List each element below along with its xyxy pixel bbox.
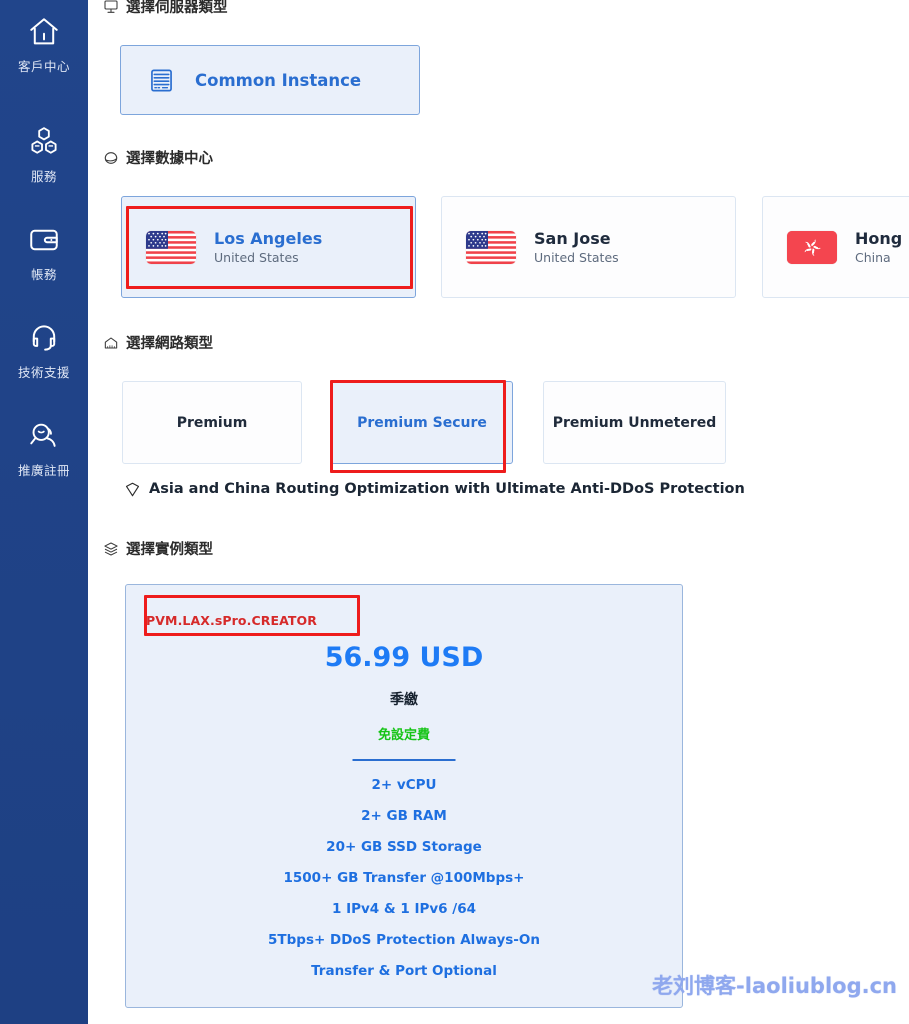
list-item: Transfer & Port Optional [311, 963, 497, 979]
datacenter-country: United States [534, 250, 619, 265]
datacenter-country: China [855, 250, 891, 265]
section-header-datacenter: 選擇數據中心 [102, 147, 213, 168]
sidebar-item-label: 帳務 [30, 267, 57, 282]
datacenter-text: Los Angeles United States [214, 229, 322, 265]
server-type-label: Common Instance [195, 70, 362, 90]
watermark: 老刘博客-laoliublog.cn [652, 974, 897, 998]
sidebar: 客戶中心 服務 帳務 技術支援 推廣註冊 [0, 0, 88, 1024]
layers-icon [102, 540, 119, 557]
us-flag-icon [146, 230, 196, 264]
hk-flag-icon [787, 230, 837, 264]
network-card-premium-unmetered[interactable]: Premium Unmetered [543, 381, 726, 464]
instance-billing-cycle: 季繳 [390, 692, 418, 708]
section-title: 選擇伺服器類型 [126, 0, 228, 16]
wallet-icon [25, 220, 63, 260]
list-item: 1500+ GB Transfer @100Mbps+ [283, 870, 525, 886]
instance-setup-fee: 免設定費 [377, 728, 430, 743]
network-label: Premium Secure [357, 414, 487, 431]
datacenter-card-san-jose[interactable]: San Jose United States [441, 196, 736, 298]
datacenter-country: United States [214, 250, 299, 265]
datacenter-city: San Jose [534, 229, 611, 248]
datacenter-text: San Jose United States [534, 229, 619, 265]
sidebar-item-support[interactable]: 技術支援 [0, 310, 88, 408]
section-header-server-type: 選擇伺服器類型 [102, 0, 228, 17]
network-card-premium[interactable]: Premium [122, 381, 302, 464]
instance-spec-list: 2+ vCPU 2+ GB RAM 20+ GB SSD Storage 150… [126, 777, 682, 979]
sidebar-item-label: 服務 [30, 169, 57, 184]
datacenter-city: Los Angeles [214, 229, 323, 248]
sidebar-item-billing[interactable]: 帳務 [0, 212, 88, 310]
home-icon [25, 12, 63, 52]
sidebar-item-label: 客戶中心 [17, 59, 70, 74]
datacenter-card-los-angeles[interactable]: Los Angeles United States [121, 196, 416, 298]
section-title: 選擇網路類型 [126, 336, 213, 352]
list-item: 2+ vCPU [371, 777, 437, 793]
server-type-card-common-instance[interactable]: Common Instance [120, 45, 420, 115]
instance-divider [352, 759, 456, 761]
globe-icon [102, 149, 119, 166]
shield-icon [123, 480, 141, 498]
server-rack-icon [147, 66, 175, 94]
network-label: Premium Unmetered [552, 414, 717, 431]
section-header-instance-type: 選擇實例類型 [102, 538, 213, 559]
section-title: 選擇實例類型 [126, 542, 213, 558]
cubes-icon [25, 122, 63, 162]
list-item: 5Tbps+ DDoS Protection Always-On [268, 932, 540, 948]
network-note-text: Asia and China Routing Optimization with… [149, 481, 745, 497]
network-card-premium-secure[interactable]: Premium Secure [331, 381, 513, 464]
headset-icon [25, 318, 63, 358]
instance-price: 56.99 USD [324, 642, 484, 673]
sidebar-item-label: 推廣註冊 [17, 463, 70, 478]
main-content: 選擇伺服器類型 Common Instance 選擇數據中心 Los Angel… [88, 0, 909, 1024]
user-search-icon [25, 416, 63, 456]
list-item: 2+ GB RAM [361, 808, 447, 824]
datacenter-city: Hong Kong [855, 229, 909, 248]
sidebar-item-affiliate[interactable]: 推廣註冊 [0, 408, 88, 506]
network-note: Asia and China Routing Optimization with… [123, 480, 745, 498]
us-flag-icon [466, 230, 516, 264]
sidebar-item-services[interactable]: 服務 [0, 114, 88, 212]
section-header-network-type: 選擇網路類型 [102, 332, 213, 353]
sidebar-item-label: 技術支援 [17, 365, 70, 380]
datacenter-text: Hong Kong China [855, 229, 909, 265]
list-item: 1 IPv4 & 1 IPv6 /64 [332, 901, 476, 917]
server-monitor-icon [102, 0, 119, 15]
instance-card-pvm-lax-spro-creator[interactable]: PVM.LAX.sPro.CREATOR 56.99 USD 季繳 免設定費 2… [125, 584, 683, 1008]
network-label: Premium [176, 414, 248, 431]
list-item: 20+ GB SSD Storage [326, 839, 482, 855]
page-root: 客戶中心 服務 帳務 技術支援 推廣註冊 選擇伺服器類型 Common Inst… [0, 0, 909, 1024]
instance-plan-name: PVM.LAX.sPro.CREATOR [146, 613, 317, 628]
datacenter-card-hong-kong[interactable]: Hong Kong China [762, 196, 909, 298]
sidebar-item-client-center[interactable]: 客戶中心 [0, 6, 88, 114]
section-title: 選擇數據中心 [126, 151, 213, 167]
network-icon [102, 334, 119, 351]
